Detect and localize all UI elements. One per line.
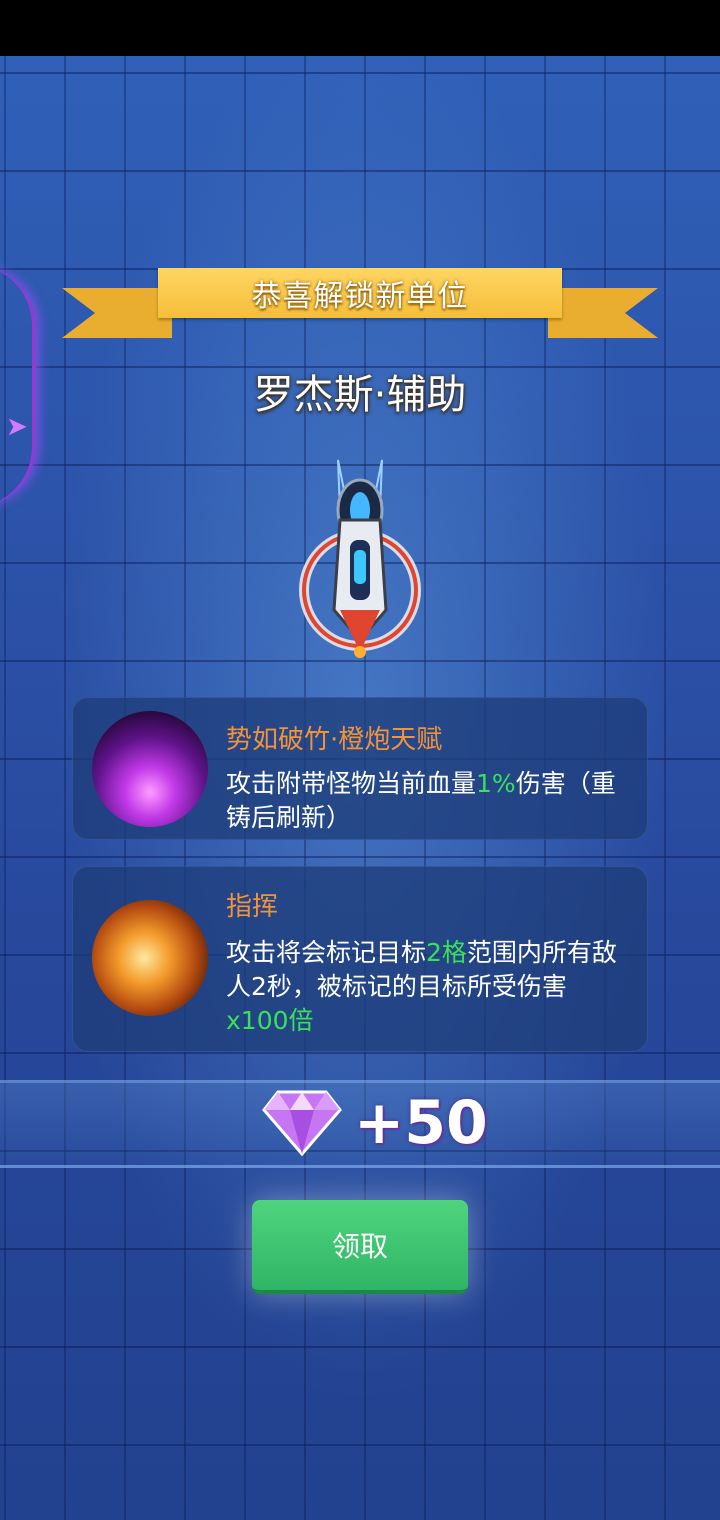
skill-desc-highlight: 2格 [426, 938, 467, 967]
unit-name: 罗杰斯·辅助 [253, 372, 467, 418]
claim-button[interactable]: 领取 [252, 1200, 468, 1294]
skill-description: 攻击附带怪物当前血量1%伤害（重铸后刷新） [226, 767, 626, 835]
skill-card: 指挥 攻击将会标记目标2格范围内所有敌人2秒，被标记的目标所受伤害x100倍 [72, 866, 648, 1052]
skill-description: 攻击将会标记目标2格范围内所有敌人2秒，被标记的目标所受伤害x100倍 [226, 936, 626, 1038]
spaceship-icon [299, 459, 421, 658]
skill-title: 势如破竹·橙炮天赋 [226, 725, 443, 755]
reward-amount: +50 [354, 1088, 488, 1158]
unlock-banner: 恭喜解锁新单位 [158, 268, 562, 318]
banner-title: 恭喜解锁新单位 [251, 279, 469, 314]
skill-desc-text: 攻击将会标记目标 [226, 938, 427, 967]
skill-desc-text: 攻击附带怪物当前血量 [226, 769, 477, 798]
skill-card: 势如破竹·橙炮天赋 攻击附带怪物当前血量1%伤害（重铸后刷新） [72, 697, 648, 840]
skill-desc-highlight: 1% [476, 769, 516, 798]
diamond-icon [262, 1090, 342, 1156]
purple-beam-icon [92, 711, 208, 827]
status-bar [0, 0, 720, 56]
skill-desc-highlight: x100倍 [226, 1006, 314, 1035]
skill-title: 指挥 [226, 892, 279, 922]
fire-orb-icon [92, 900, 208, 1016]
